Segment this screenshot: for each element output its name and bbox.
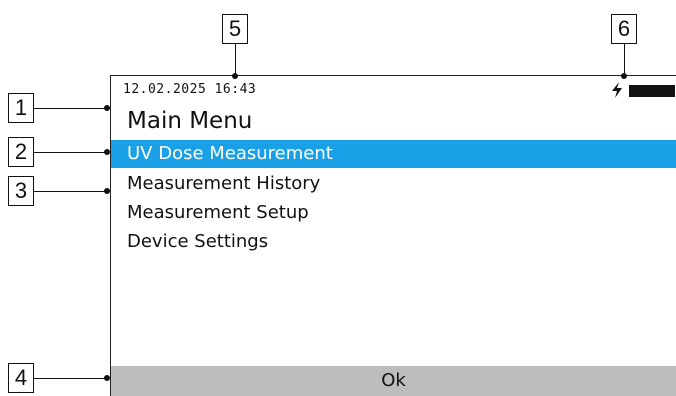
callout-3-dot: [104, 188, 110, 194]
callout-4-dot: [104, 375, 110, 381]
callout-6-dot: [621, 73, 627, 79]
ok-softkey[interactable]: Ok: [111, 366, 676, 396]
callout-6: 6: [611, 14, 637, 44]
callout-5-dot: [232, 73, 238, 79]
callout-2: 2: [8, 137, 34, 167]
callout-4: 4: [8, 363, 34, 393]
callout-2-leader: [34, 152, 106, 153]
callout-3-leader: [34, 191, 106, 192]
callout-4-leader: [34, 378, 106, 379]
device-screen: 12.02.2025 16:43 Main Menu UV Dose Measu…: [110, 75, 676, 396]
page-title: Main Menu: [127, 108, 253, 134]
callout-1-dot: [104, 105, 110, 111]
main-menu: UV Dose Measurement Measurement History …: [111, 140, 676, 256]
callout-5-leader: [235, 44, 236, 76]
menu-item-uv-dose-measurement[interactable]: UV Dose Measurement: [111, 140, 676, 168]
callout-5: 5: [222, 14, 248, 44]
callout-3: 3: [8, 176, 34, 206]
callout-2-dot: [104, 149, 110, 155]
callout-6-leader: [624, 44, 625, 76]
menu-item-device-settings[interactable]: Device Settings: [111, 227, 676, 256]
callout-1: 1: [8, 93, 34, 123]
status-bar: 12.02.2025 16:43: [111, 76, 676, 104]
battery-icon: [629, 85, 675, 97]
menu-item-measurement-setup[interactable]: Measurement Setup: [111, 198, 676, 227]
menu-item-measurement-history[interactable]: Measurement History: [111, 169, 676, 198]
charging-bolt-icon: [612, 82, 622, 98]
datetime: 12.02.2025 16:43: [123, 82, 257, 97]
callout-1-leader: [34, 108, 106, 109]
